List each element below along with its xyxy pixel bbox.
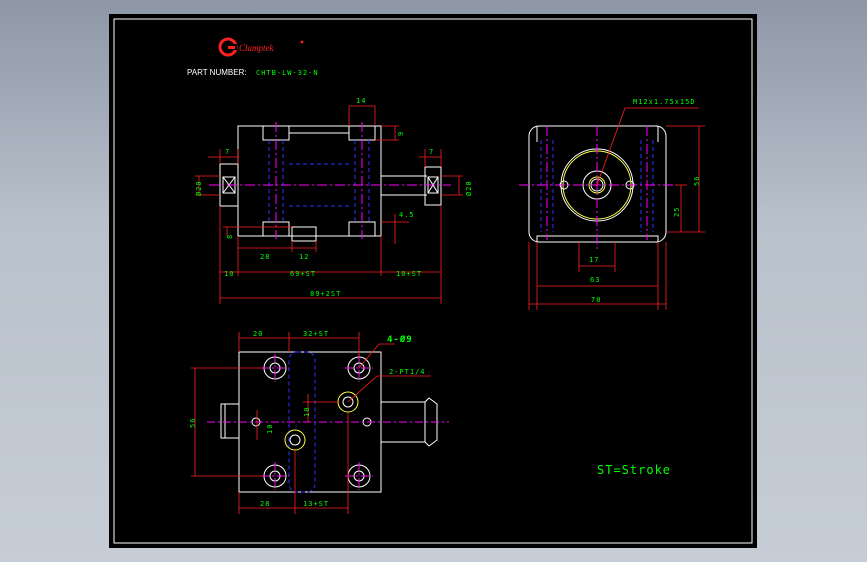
dim-dia-left: Ø20 — [195, 180, 203, 196]
part-number-value: CHTB-LW-32-N — [256, 69, 319, 77]
brand-name: Clamptek — [239, 43, 274, 53]
dim-10-side: 10 — [266, 424, 274, 434]
top-view: 20 32+ST 4-Ø9 2-PT1/4 10 10 56 28 13+ST — [189, 330, 449, 514]
dim-dia-right: Ø20 — [465, 180, 473, 196]
stroke-note: ST=Stroke — [597, 463, 671, 477]
dim-32-st: 32+ST — [303, 330, 329, 338]
part-number-label: PART NUMBER: — [187, 68, 247, 77]
dim-12: 12 — [299, 253, 309, 261]
port-callout: 2-PT1/4 — [389, 368, 426, 376]
dim-63: 63 — [590, 276, 600, 284]
drawing-sheet: Clamptek PART NUMBER: CHTB-LW-32-N 14 9 … — [109, 14, 757, 548]
dim-17: 17 — [589, 256, 599, 264]
dim-28: 28 — [260, 253, 270, 261]
dim-4-5: 4.5 — [399, 211, 415, 219]
dim-9: 9 — [397, 131, 405, 136]
dim-8: 8 — [226, 234, 234, 239]
end-view: M12x1.75x15D 56 25 17 63 70 — [519, 98, 705, 310]
dim-7-left: 7 — [225, 148, 230, 156]
brand-logo: Clamptek — [218, 37, 304, 57]
dim-70: 70 — [591, 296, 601, 304]
dim-69-st: 69+ST — [290, 270, 316, 278]
registered-icon — [300, 40, 304, 44]
dim-14: 14 — [356, 97, 366, 105]
side-view: 14 9 7 Ø20 7 Ø20 4.5 8 28 12 10 69+ST 10… — [195, 97, 473, 304]
holes-callout: 4-Ø9 — [387, 334, 413, 345]
dim-28-top: 28 — [260, 500, 270, 508]
dim-7-right: 7 — [429, 148, 434, 156]
dim-56: 56 — [693, 176, 701, 186]
dim-10-st: 10+ST — [396, 270, 422, 278]
thread-spec: M12x1.75x15D — [633, 98, 696, 106]
dim-56-top: 56 — [189, 418, 197, 428]
dim-89-2st: 89+2ST — [310, 290, 341, 298]
dim-13-st: 13+ST — [303, 500, 329, 508]
cad-drawing: Clamptek PART NUMBER: CHTB-LW-32-N 14 9 … — [113, 18, 753, 544]
dim-25: 25 — [673, 207, 681, 217]
dim-20: 20 — [253, 330, 263, 338]
dim-10: 10 — [224, 270, 234, 278]
dim-10-port: 10 — [303, 407, 311, 417]
